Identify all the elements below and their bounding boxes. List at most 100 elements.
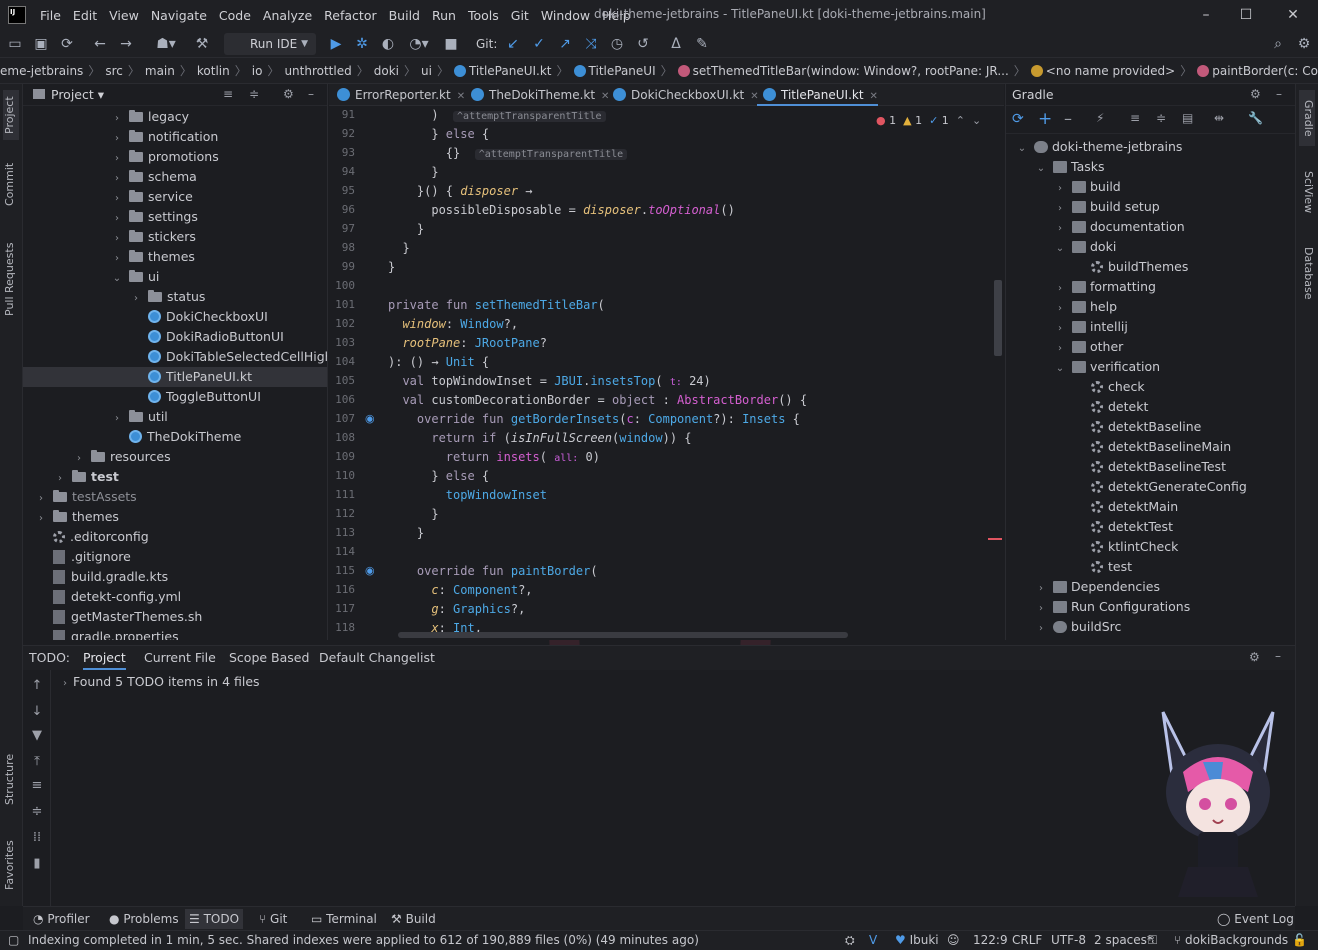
- project-tree-item[interactable]: detekt-config.yml: [23, 587, 327, 607]
- gradle-tree-item[interactable]: › build: [1054, 177, 1121, 197]
- settings-gear-icon[interactable]: ⚙: [1249, 650, 1260, 664]
- preview-icon[interactable]: ▮: [29, 856, 45, 872]
- chevron-right-icon[interactable]: ›: [35, 489, 47, 509]
- todo-result-row[interactable]: › Found 5 TODO items in 4 files: [63, 674, 260, 689]
- project-tree-item[interactable]: › legacy: [23, 107, 327, 129]
- chevron-right-icon[interactable]: ›: [111, 129, 123, 149]
- filter-icon[interactable]: ▼: [29, 728, 45, 744]
- gradle-tree-item[interactable]: detektBaselineTest: [1073, 457, 1226, 477]
- breadcrumb-item[interactable]: doki: [370, 64, 403, 78]
- gradle-tree-item[interactable]: › help: [1054, 297, 1117, 317]
- menu-code[interactable]: Code: [213, 8, 257, 23]
- gradle-tool-tab[interactable]: Gradle: [1299, 90, 1315, 146]
- favorites-tool-tab[interactable]: Favorites: [3, 830, 19, 900]
- project-tree-item[interactable]: DokiRadioButtonUI: [23, 327, 327, 347]
- hide-panel-icon[interactable]: –: [1275, 649, 1281, 663]
- gradle-tree-item[interactable]: › documentation: [1054, 217, 1185, 237]
- project-tree-item[interactable]: ⌄ ui: [23, 267, 327, 289]
- add-icon[interactable]: +: [1038, 109, 1052, 129]
- project-tree-item[interactable]: .gitignore: [23, 547, 327, 567]
- todo-tab-current-file[interactable]: Current File: [144, 650, 216, 665]
- chevron-down-icon[interactable]: ⌄: [1035, 159, 1047, 179]
- breadcrumb-item[interactable]: ui: [417, 64, 436, 78]
- paint-icon[interactable]: ✎: [692, 34, 712, 54]
- gradle-tree-item[interactable]: detektBaseline: [1073, 417, 1201, 437]
- execute-task-icon[interactable]: ⚡: [1096, 111, 1104, 125]
- settings-gear-icon[interactable]: ⚙: [283, 87, 294, 101]
- project-tree-item[interactable]: › status: [23, 287, 327, 309]
- menu-refactor[interactable]: Refactor: [318, 8, 382, 23]
- gradle-tree-item[interactable]: › intellij: [1054, 317, 1128, 337]
- chevron-right-icon[interactable]: ›: [1035, 619, 1047, 639]
- coverage-icon[interactable]: ◐: [378, 34, 398, 54]
- chevron-right-icon[interactable]: ›: [130, 289, 142, 309]
- todo-tab-scope-based[interactable]: Scope Based: [229, 650, 309, 665]
- gradle-tree-item[interactable]: ktlintCheck: [1073, 537, 1178, 557]
- minimize-button[interactable]: –: [1196, 5, 1216, 25]
- profile-dropdown-icon[interactable]: ◔▾: [404, 34, 434, 54]
- save-icon[interactable]: ▣: [31, 34, 51, 54]
- breadcrumb-item[interactable]: src: [101, 64, 127, 78]
- git-tool-button[interactable]: ⑂ Git: [259, 912, 287, 926]
- project-tree-item[interactable]: TheDokiTheme: [23, 427, 327, 447]
- breadcrumb-class[interactable]: TitlePaneUI: [570, 64, 660, 78]
- run-config-dropdown[interactable]: Run IDE ▼: [224, 33, 316, 55]
- override-marker-icon[interactable]: ◉: [365, 412, 375, 425]
- git-branch-widget[interactable]: ⑂ dokiBackgrounds: [1174, 933, 1288, 947]
- stop-icon[interactable]: ■: [441, 34, 461, 54]
- panel-toggle-icon[interactable]: ▢: [8, 933, 19, 947]
- project-tree-item[interactable]: TitlePaneUI.kt: [23, 367, 327, 387]
- inspection-widget[interactable]: ● 1 ▲ 1 ✓ 1 ⌃ ⌄: [876, 114, 981, 127]
- emoji-icon[interactable]: ☺: [947, 933, 960, 947]
- project-tree-item[interactable]: › stickers: [23, 227, 327, 247]
- hide-panel-icon[interactable]: –: [1276, 87, 1282, 101]
- breadcrumb-file[interactable]: TitlePaneUI.kt: [450, 64, 556, 78]
- reload-icon[interactable]: ⟳: [1012, 111, 1024, 127]
- gradle-tree-item[interactable]: ⌄ doki: [1054, 237, 1117, 257]
- chevron-right-icon[interactable]: ›: [111, 189, 123, 209]
- event-log-button[interactable]: ◯ Event Log: [1217, 912, 1294, 926]
- breadcrumb-item[interactable]: kotlin: [193, 64, 234, 78]
- project-panel-title[interactable]: Project ▾: [33, 87, 104, 102]
- gradle-tree-item[interactable]: test: [1073, 557, 1132, 577]
- editor-tab[interactable]: ErrorReporter.kt ✕: [331, 84, 465, 106]
- chevron-right-icon[interactable]: ›: [111, 249, 123, 269]
- commit-tool-tab[interactable]: Commit: [3, 154, 19, 214]
- menu-file[interactable]: File: [34, 8, 67, 23]
- theme-user-button[interactable]: ♥ Ibuki: [895, 933, 939, 947]
- project-tree-item[interactable]: › resources: [23, 447, 327, 467]
- search-icon[interactable]: ⌕: [1268, 34, 1288, 54]
- chevron-down-icon[interactable]: ⌄: [111, 269, 123, 289]
- file-encoding[interactable]: UTF-8: [1051, 933, 1086, 947]
- git-commit-icon[interactable]: ✓: [529, 34, 549, 54]
- gradle-tree-item[interactable]: check: [1073, 377, 1145, 397]
- chevron-right-icon[interactable]: ›: [1054, 219, 1066, 239]
- chevron-right-icon[interactable]: ›: [1054, 279, 1066, 299]
- gradle-tree-item[interactable]: › Run Configurations: [1035, 597, 1190, 617]
- editor-tab-active[interactable]: TitlePaneUI.kt ✕: [757, 84, 878, 106]
- chevron-right-icon[interactable]: ›: [1054, 319, 1066, 339]
- project-tree-item[interactable]: › testAssets: [23, 487, 327, 509]
- chevron-right-icon[interactable]: ›: [1054, 179, 1066, 199]
- breadcrumb-item[interactable]: main: [141, 64, 179, 78]
- menu-view[interactable]: View: [103, 8, 145, 23]
- chevron-right-icon[interactable]: ›: [111, 109, 123, 129]
- build-tool-button[interactable]: ⚒ Build: [391, 912, 436, 926]
- scroll-thumb[interactable]: [994, 280, 1002, 356]
- close-tab-icon[interactable]: ✕: [870, 91, 878, 102]
- breadcrumb-function[interactable]: paintBorder(c: Component?, g: Graphics?,…: [1193, 64, 1318, 78]
- gradle-tree-item[interactable]: › formatting: [1054, 277, 1156, 297]
- history-icon[interactable]: ◷: [607, 34, 627, 54]
- gradle-tree-item[interactable]: › build setup: [1054, 197, 1160, 217]
- todo-tab-project[interactable]: Project: [83, 650, 126, 670]
- editor-tab[interactable]: TheDokiTheme.kt ✕: [465, 84, 609, 106]
- project-tree-item[interactable]: .editorconfig: [23, 527, 327, 547]
- collapse-all-icon[interactable]: ≑: [29, 804, 45, 820]
- gradle-tree-item[interactable]: › buildSrc: [1035, 617, 1121, 637]
- gradle-tree-item[interactable]: ⌄ Tasks: [1035, 157, 1105, 177]
- user-dropdown-icon[interactable]: ☗▾: [152, 34, 180, 54]
- sync-icon[interactable]: ⟳: [57, 34, 77, 54]
- cursor-position[interactable]: 122:9: [973, 933, 1008, 947]
- chevron-right-icon[interactable]: ›: [111, 209, 123, 229]
- terminal-tool-button[interactable]: ▭ Terminal: [311, 912, 377, 926]
